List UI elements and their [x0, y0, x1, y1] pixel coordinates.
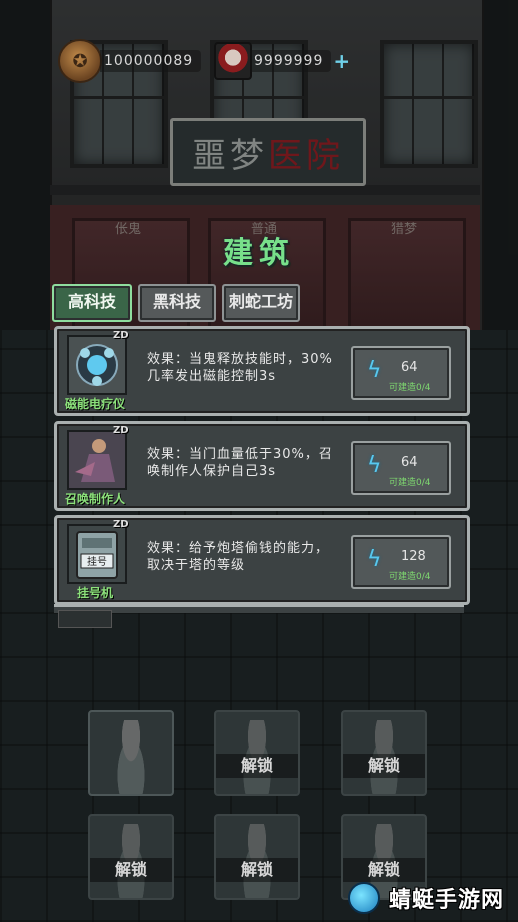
buildable-count: 可建造0/4: [389, 478, 431, 488]
character-slot[interactable]: [88, 710, 174, 796]
unlock-label: 解锁: [216, 858, 298, 882]
building-card: 挂号 ZD 挂号机 效果：给予炮塔偷钱的能力，取决于塔的等级 ϟ 128 可建造…: [54, 515, 470, 605]
unlock-label: 解锁: [343, 858, 425, 882]
cost-value: 128: [401, 549, 426, 564]
tab-hydra-workshop[interactable]: 刺蛇工坊: [222, 284, 300, 322]
lightning-icon: ϟ: [367, 358, 382, 383]
coin-icon: ✪: [58, 39, 102, 83]
magnetic-device-icon: [67, 335, 127, 395]
tab-high-tech[interactable]: 高科技: [52, 284, 132, 322]
coin-counter: ✪ 100000089: [58, 39, 202, 83]
lightning-icon: ϟ: [367, 453, 382, 478]
partial-icon-box: [58, 610, 112, 628]
lightning-icon: ϟ: [367, 547, 382, 572]
character-slot[interactable]: 解锁: [341, 710, 427, 796]
tag-label: ZD: [113, 330, 129, 341]
machine-label: 挂号: [87, 555, 107, 568]
building-card: ZD 磁能电疗仪 效果：当鬼释放技能时，30%几率发出磁能控制3s ϟ 64 可…: [54, 326, 470, 416]
unlock-label: 解锁: [90, 858, 172, 882]
character-slot[interactable]: 解锁: [214, 814, 300, 900]
build-button[interactable]: ϟ 64 可建造0/4: [351, 441, 451, 495]
build-button[interactable]: ϟ 128 可建造0/4: [351, 535, 451, 589]
summon-producer-icon: [67, 430, 127, 490]
unlock-label: 解锁: [216, 754, 298, 778]
building-card-partial: [54, 604, 464, 613]
dragonfly-logo-icon: [348, 882, 380, 914]
building-card: ZD 召唤制作人 效果：当门血量低于30%，召唤制作人保护自己3s ϟ 64 可…: [54, 421, 470, 511]
gem-value: 9999999: [250, 50, 332, 72]
character-slot[interactable]: 解锁: [214, 710, 300, 796]
building-effect: 效果：当鬼释放技能时，30%几率发出磁能控制3s: [147, 352, 333, 384]
registration-machine-icon: 挂号: [67, 524, 127, 584]
coin-value: 100000089: [100, 50, 202, 72]
site-watermark: 蜻蜓手游网: [388, 888, 504, 913]
character-slot[interactable]: 解锁: [88, 814, 174, 900]
gem-counter: 9999999 +: [214, 42, 350, 80]
build-button[interactable]: ϟ 64 可建造0/4: [351, 346, 451, 400]
tag-label: ZD: [113, 519, 129, 530]
cost-value: 64: [401, 455, 418, 470]
add-currency-icon[interactable]: +: [333, 49, 350, 73]
building-name: 磁能电疗仪: [64, 397, 125, 411]
tag-label: ZD: [113, 425, 129, 436]
panel-title: 建筑: [223, 236, 295, 271]
character-figure: [110, 720, 152, 794]
ghost-avatar-icon: [214, 42, 252, 80]
buildable-count: 可建造0/4: [389, 383, 431, 393]
tab-black-tech[interactable]: 黑科技: [138, 284, 216, 322]
unlock-label: 解锁: [343, 754, 425, 778]
building-effect: 效果：给予炮塔偷钱的能力，取决于塔的等级: [147, 541, 330, 573]
buildable-count: 可建造0/4: [389, 572, 431, 582]
building-name: 召唤制作人: [64, 492, 125, 506]
building-name: 挂号机: [76, 586, 113, 600]
building-effect: 效果：当门血量低于30%，召唤制作人保护自己3s: [147, 447, 333, 479]
cost-value: 64: [401, 360, 418, 375]
